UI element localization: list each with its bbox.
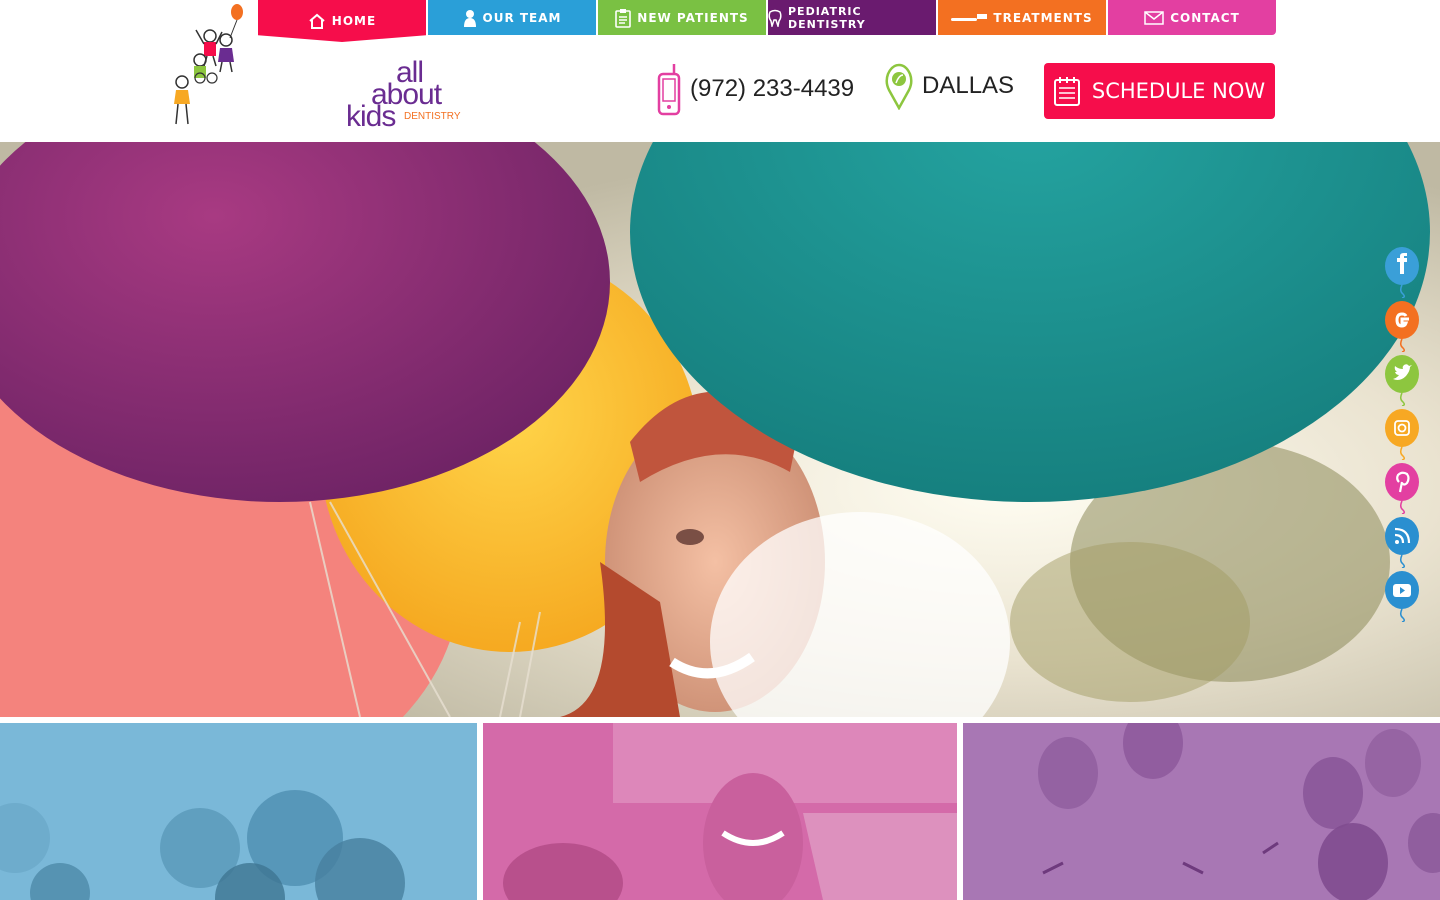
tile-pink[interactable] — [483, 723, 957, 900]
nav-our-team[interactable]: OUR TEAM — [428, 0, 596, 35]
nav-contact[interactable]: CONTACT — [1108, 0, 1276, 35]
nav-treatments[interactable]: TREATMENTS — [938, 0, 1106, 35]
logo-word-dentistry: DENTISTRY — [404, 111, 461, 122]
calendar-icon — [1053, 76, 1080, 106]
twitter-icon — [1385, 355, 1419, 407]
nav-treatments-label: TREATMENTS — [993, 10, 1093, 25]
main-nav: HOME OUR TEAM NEW PATIENTS PEDIATRIC DEN… — [258, 0, 1276, 42]
google-icon — [1385, 301, 1419, 353]
social-instagram-link[interactable] — [1384, 408, 1420, 461]
feature-tiles — [0, 723, 1440, 900]
hero-balloons-photo — [0, 142, 1440, 717]
tile-purple[interactable] — [963, 723, 1440, 900]
tile-blue[interactable] — [0, 723, 477, 900]
envelope-icon — [1144, 10, 1164, 25]
phone-link[interactable]: (972) 233-4439 — [656, 62, 854, 116]
logo-word-kids: kids — [346, 100, 396, 133]
nav-our-team-label: OUR TEAM — [482, 10, 562, 25]
tile-purple-photo — [1038, 723, 1440, 900]
nav-pediatric-dentistry[interactable]: PEDIATRIC DENTISTRY — [768, 0, 936, 35]
nav-contact-label: CONTACT — [1170, 10, 1240, 25]
social-youtube-link[interactable] — [1384, 570, 1420, 623]
social-facebook-link[interactable] — [1384, 246, 1420, 299]
location-pin-icon — [884, 62, 914, 110]
pinterest-icon — [1385, 463, 1419, 515]
social-pinterest-link[interactable] — [1384, 462, 1420, 515]
person-icon — [463, 9, 477, 27]
social-rss-link[interactable] — [1384, 516, 1420, 569]
hero-image — [0, 142, 1440, 717]
clipboard-icon — [615, 8, 632, 28]
facebook-icon — [1385, 247, 1419, 299]
youtube-icon — [1385, 571, 1419, 623]
rss-icon — [1385, 517, 1419, 569]
nav-pediatric-dentistry-label: PEDIATRIC DENTISTRY — [788, 4, 866, 31]
location-link[interactable]: DALLAS — [884, 62, 1014, 110]
instagram-icon — [1385, 409, 1419, 461]
home-icon — [308, 13, 326, 29]
toothbrush-icon — [951, 13, 988, 23]
location-name: DALLAS — [922, 72, 1015, 99]
tile-pink-photo — [503, 723, 957, 900]
phone-icon — [656, 62, 682, 116]
schedule-now-button[interactable]: SCHEDULE NOW — [1044, 63, 1275, 119]
social-twitter-link[interactable] — [1384, 354, 1420, 407]
nav-home[interactable]: HOME — [258, 0, 426, 42]
nav-home-label: HOME — [331, 14, 377, 28]
phone-number: (972) 233-4439 — [690, 75, 855, 102]
tooth-icon — [768, 9, 782, 27]
social-google-link[interactable] — [1384, 300, 1420, 353]
nav-new-patients[interactable]: NEW PATIENTS — [598, 0, 766, 35]
schedule-now-label: SCHEDULE NOW — [1091, 79, 1266, 103]
nav-new-patients-label: NEW PATIENTS — [637, 10, 749, 25]
tile-blue-photo — [0, 790, 405, 900]
site-header: all about kids DENTISTRY HOME OUR TEAM N… — [0, 0, 1440, 142]
